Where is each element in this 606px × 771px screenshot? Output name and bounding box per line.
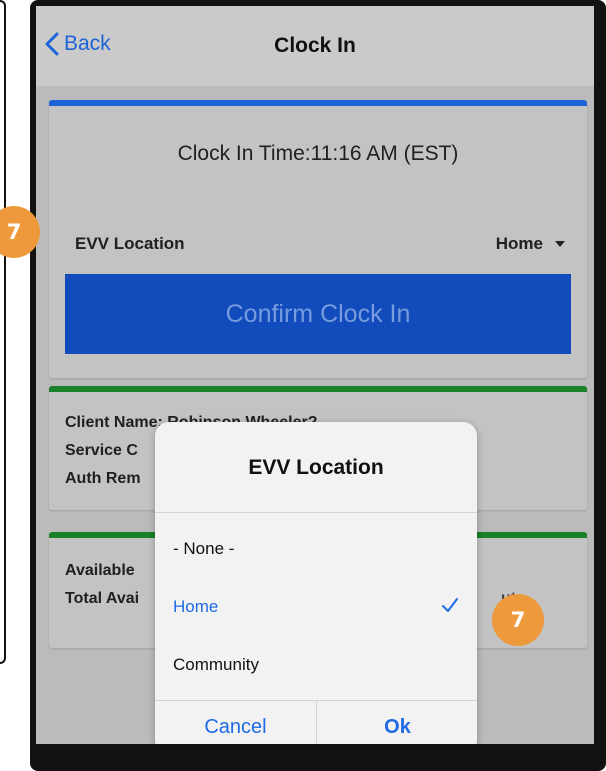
divider xyxy=(155,512,477,513)
option-none[interactable]: - None - xyxy=(173,539,234,559)
option-home[interactable]: Home xyxy=(173,597,218,617)
cancel-button[interactable]: Cancel xyxy=(155,700,316,744)
checkmark-icon xyxy=(442,598,458,612)
background-device-frame xyxy=(0,0,6,664)
dialog-title: EVV Location xyxy=(248,456,384,479)
ok-button[interactable]: Ok xyxy=(317,700,477,744)
step-badge-right: 7 xyxy=(492,594,544,646)
evv-location-dialog: EVV Location - None - Home Community Can… xyxy=(155,422,477,744)
phone-frame: Back Clock In Clock In Time:11:16 AM (ES… xyxy=(30,0,606,771)
option-community[interactable]: Community xyxy=(173,655,259,675)
